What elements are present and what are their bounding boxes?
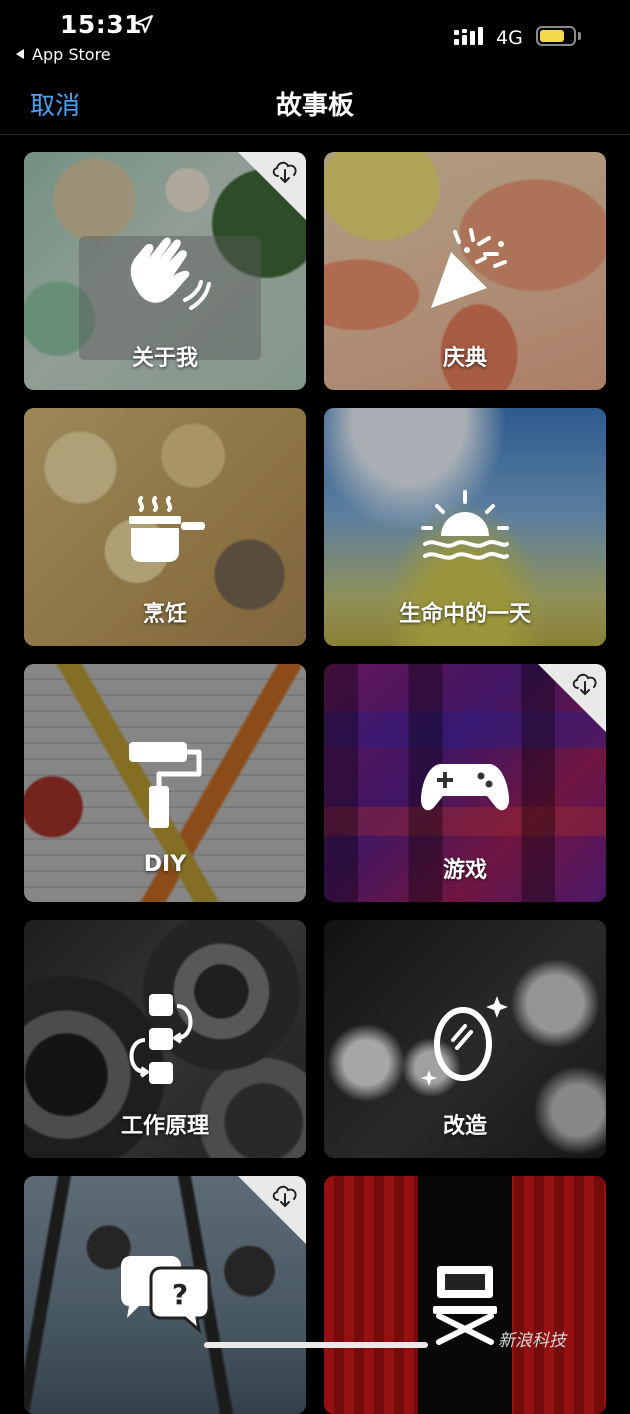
cloud-download-icon[interactable] xyxy=(270,1182,300,1208)
signal-strength-icon xyxy=(454,27,483,45)
back-triangle-icon xyxy=(16,49,24,59)
storyboard-tile-makeover[interactable]: 改造 xyxy=(324,920,606,1158)
status-bar: 15:31 App Store 4G xyxy=(0,0,630,76)
storyboard-tile-day-in-life[interactable]: 生命中的一天 xyxy=(324,408,606,646)
tile-label: 工作原理 xyxy=(120,1114,209,1139)
storyboard-tile-about-me[interactable]: 关于我 xyxy=(24,152,306,390)
storyboard-tile-games[interactable]: 游戏 xyxy=(324,664,606,902)
page-title: 故事板 xyxy=(275,91,354,121)
tile-label: DIY xyxy=(143,852,187,877)
game-controller-icon xyxy=(421,764,509,811)
process-flow-icon xyxy=(129,994,193,1084)
tile-label: 庆典 xyxy=(442,346,487,371)
question-chat-icon: ? xyxy=(121,1256,211,1334)
tile-label: 生命中的一天 xyxy=(398,602,531,627)
storyboard-tile-movie[interactable] xyxy=(324,1176,606,1414)
party-popper-icon xyxy=(431,228,507,308)
network-type: 4G xyxy=(496,27,523,49)
watermark: 新浪科技 xyxy=(498,1331,566,1351)
tile-label: 关于我 xyxy=(131,346,198,371)
navigation-bar: 取消 故事板 xyxy=(0,76,630,135)
cloud-download-icon[interactable] xyxy=(570,670,600,696)
battery-tip xyxy=(578,32,581,40)
back-app-label: App Store xyxy=(32,45,111,64)
mirror-sparkle-icon xyxy=(421,996,508,1086)
waving-hand-icon xyxy=(130,237,211,310)
storyboard-tile-celebration[interactable]: 庆典 xyxy=(324,152,606,390)
back-to-app-store[interactable]: App Store xyxy=(16,45,111,64)
location-arrow-icon xyxy=(135,15,153,33)
status-time: 15:31 xyxy=(60,10,143,39)
storyboard-tile-qa[interactable]: ? xyxy=(24,1176,306,1414)
tile-label: 游戏 xyxy=(442,858,487,883)
tile-label: 改造 xyxy=(442,1114,487,1139)
storyboard-tile-diy[interactable]: DIY xyxy=(24,664,306,902)
storyboard-tile-how-it-works[interactable]: 工作原理 xyxy=(24,920,306,1158)
tile-label: 烹饪 xyxy=(142,602,187,627)
cooking-pot-icon xyxy=(129,496,205,562)
cloud-download-icon[interactable] xyxy=(270,158,300,184)
storyboard-tile-cooking[interactable]: 烹饪 xyxy=(24,408,306,646)
battery-icon xyxy=(536,26,576,46)
battery-level xyxy=(540,30,564,42)
paint-roller-icon xyxy=(129,742,202,828)
home-indicator[interactable] xyxy=(204,1342,428,1348)
svg-text:?: ? xyxy=(172,1278,188,1311)
sunrise-icon xyxy=(421,490,509,560)
